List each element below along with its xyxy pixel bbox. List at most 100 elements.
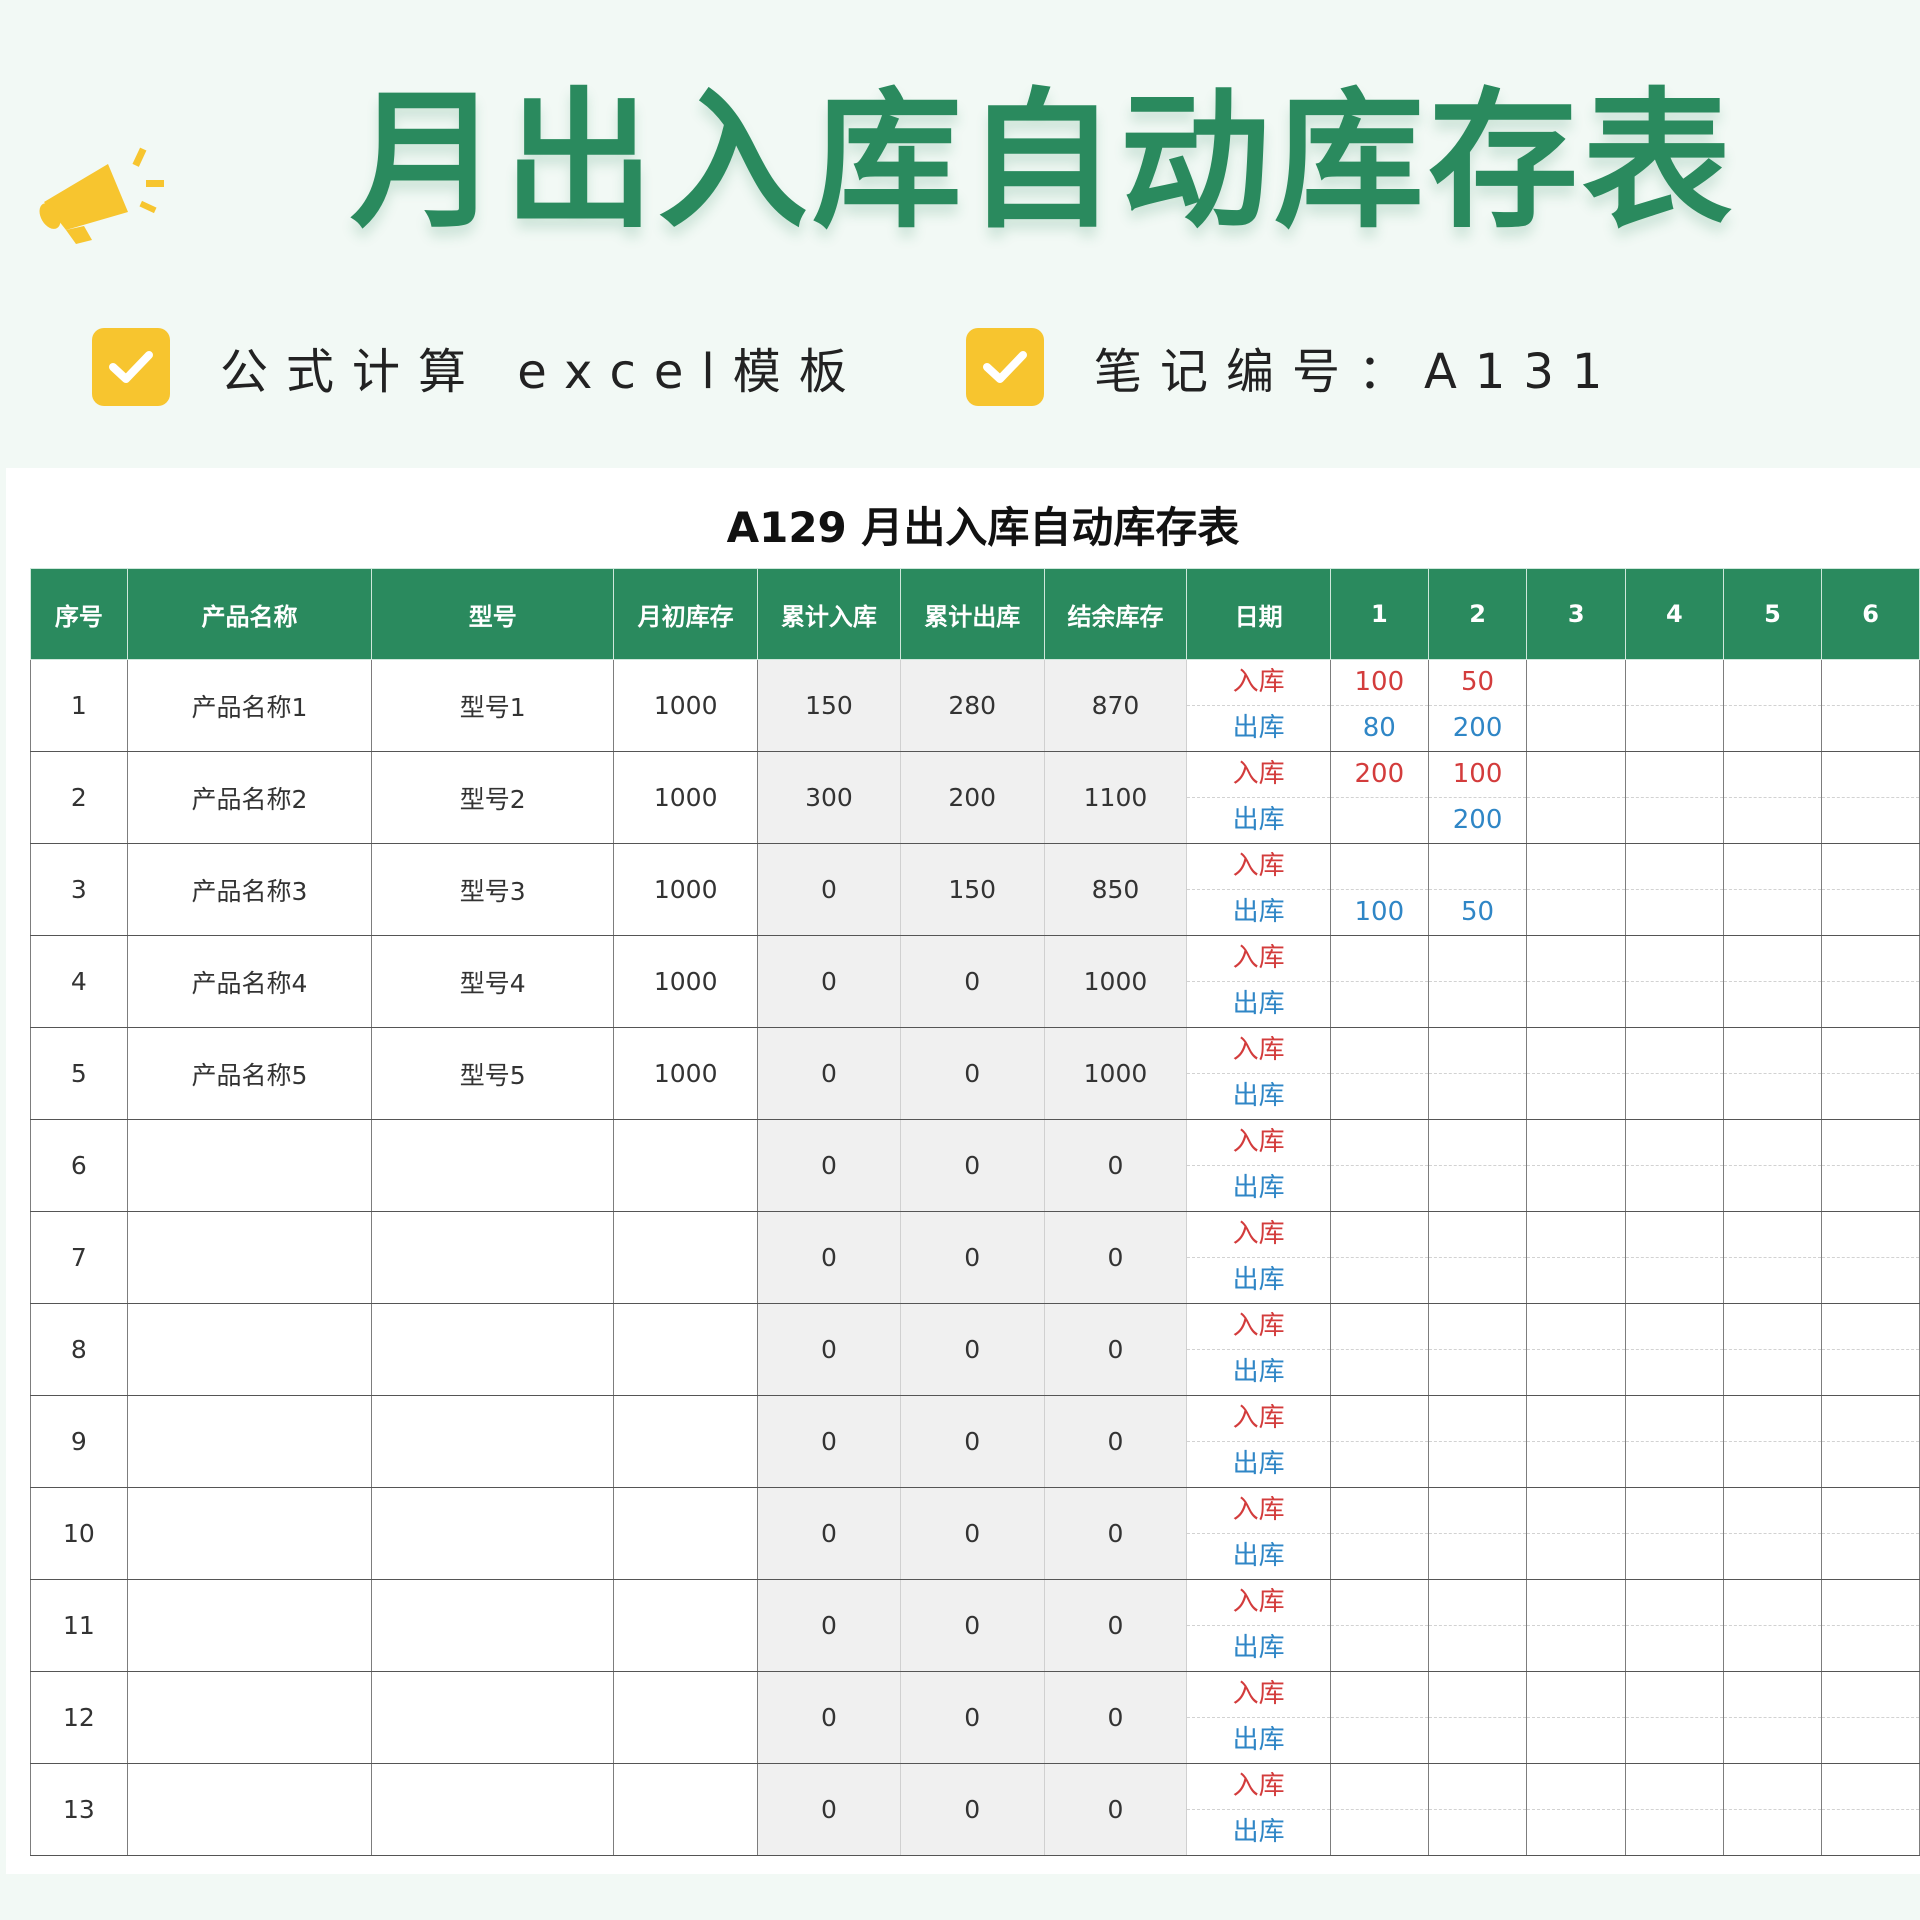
cell-day-4[interactable] (1625, 1763, 1724, 1856)
cell-day-1[interactable] (1329, 1579, 1429, 1672)
cell-seq[interactable]: 10 (30, 1487, 128, 1580)
cell-day-2[interactable] (1427, 1763, 1528, 1856)
cell-model[interactable]: 型号1 (371, 659, 615, 752)
header-model[interactable]: 型号 (371, 568, 615, 660)
cell-day-2[interactable] (1427, 1303, 1528, 1396)
cell-seq[interactable]: 4 (30, 935, 128, 1028)
cell-total-in[interactable]: 0 (757, 1579, 901, 1672)
header-total-out[interactable]: 累计出库 (899, 568, 1045, 660)
cell-day-4[interactable] (1625, 1119, 1724, 1212)
cell-day-2[interactable] (1427, 1487, 1528, 1580)
cell-day-1[interactable] (1329, 1119, 1429, 1212)
cell-seq[interactable]: 12 (30, 1671, 128, 1764)
cell-date-type[interactable]: 入库 出库 (1186, 1763, 1331, 1856)
cell-day-1[interactable] (1329, 935, 1429, 1028)
cell-seq[interactable]: 1 (30, 659, 128, 752)
cell-opening-stock[interactable] (613, 1671, 759, 1764)
cell-total-in[interactable]: 300 (757, 751, 901, 844)
cell-day-2[interactable] (1427, 1119, 1528, 1212)
cell-day-1[interactable] (1329, 1671, 1429, 1764)
cell-day-5[interactable] (1722, 935, 1823, 1028)
cell-date-type[interactable]: 入库 出库 (1186, 935, 1331, 1028)
cell-day-2[interactable] (1427, 1211, 1528, 1304)
cell-product-name[interactable]: 产品名称3 (126, 843, 373, 936)
header-day-2[interactable]: 2 (1427, 568, 1528, 660)
cell-date-type[interactable]: 入库 出库 (1186, 751, 1331, 844)
cell-opening-stock[interactable]: 1000 (613, 935, 759, 1028)
cell-opening-stock[interactable] (613, 1395, 759, 1488)
cell-total-in[interactable]: 0 (757, 1395, 901, 1488)
cell-total-in[interactable]: 0 (757, 935, 901, 1028)
cell-day-2[interactable] (1427, 1671, 1528, 1764)
cell-day-1[interactable]: 100 (1329, 843, 1429, 936)
cell-date-type[interactable]: 入库 出库 (1186, 1303, 1331, 1396)
cell-day-3[interactable] (1526, 1395, 1627, 1488)
cell-day-6[interactable] (1821, 659, 1920, 752)
cell-day-6[interactable] (1821, 1487, 1920, 1580)
cell-day-4[interactable] (1625, 1027, 1724, 1120)
cell-balance[interactable]: 0 (1043, 1303, 1188, 1396)
cell-day-1[interactable] (1329, 1211, 1429, 1304)
cell-day-4[interactable] (1625, 1487, 1724, 1580)
cell-balance[interactable]: 850 (1043, 843, 1188, 936)
cell-total-out[interactable]: 200 (899, 751, 1045, 844)
cell-total-out[interactable]: 0 (899, 1395, 1045, 1488)
cell-date-type[interactable]: 入库 出库 (1186, 843, 1331, 936)
cell-seq[interactable]: 11 (30, 1579, 128, 1672)
cell-total-out[interactable]: 0 (899, 1487, 1045, 1580)
cell-opening-stock[interactable]: 1000 (613, 1027, 759, 1120)
cell-seq[interactable]: 7 (30, 1211, 128, 1304)
cell-day-1[interactable]: 200 (1329, 751, 1429, 844)
cell-total-out[interactable]: 0 (899, 1763, 1045, 1856)
cell-opening-stock[interactable]: 1000 (613, 659, 759, 752)
cell-total-in[interactable]: 0 (757, 843, 901, 936)
cell-model[interactable] (371, 1211, 615, 1304)
header-day-5[interactable]: 5 (1722, 568, 1823, 660)
header-name[interactable]: 产品名称 (126, 568, 373, 660)
cell-product-name[interactable] (126, 1119, 373, 1212)
cell-day-4[interactable] (1625, 1395, 1724, 1488)
cell-opening-stock[interactable]: 1000 (613, 843, 759, 936)
cell-balance[interactable]: 870 (1043, 659, 1188, 752)
cell-seq[interactable]: 13 (30, 1763, 128, 1856)
cell-total-out[interactable]: 0 (899, 1211, 1045, 1304)
cell-opening-stock[interactable] (613, 1487, 759, 1580)
cell-balance[interactable]: 0 (1043, 1487, 1188, 1580)
cell-day-4[interactable] (1625, 843, 1724, 936)
cell-opening-stock[interactable] (613, 1763, 759, 1856)
cell-seq[interactable]: 3 (30, 843, 128, 936)
cell-day-1[interactable] (1329, 1395, 1429, 1488)
cell-day-6[interactable] (1821, 1671, 1920, 1764)
cell-day-3[interactable] (1526, 1211, 1627, 1304)
cell-total-in[interactable]: 0 (757, 1303, 901, 1396)
cell-day-2[interactable]: 100 200 (1427, 751, 1528, 844)
cell-date-type[interactable]: 入库 出库 (1186, 1119, 1331, 1212)
cell-day-4[interactable] (1625, 1579, 1724, 1672)
cell-total-out[interactable]: 0 (899, 1671, 1045, 1764)
cell-day-5[interactable] (1722, 1395, 1823, 1488)
cell-day-5[interactable] (1722, 1579, 1823, 1672)
cell-day-5[interactable] (1722, 1487, 1823, 1580)
cell-day-5[interactable] (1722, 751, 1823, 844)
cell-model[interactable] (371, 1763, 615, 1856)
cell-day-4[interactable] (1625, 1671, 1724, 1764)
cell-day-3[interactable] (1526, 1487, 1627, 1580)
cell-day-2[interactable] (1427, 1027, 1528, 1120)
header-balance[interactable]: 结余库存 (1043, 568, 1188, 660)
cell-model[interactable] (371, 1303, 615, 1396)
cell-total-out[interactable]: 280 (899, 659, 1045, 752)
cell-day-6[interactable] (1821, 1303, 1920, 1396)
cell-day-1[interactable] (1329, 1487, 1429, 1580)
cell-seq[interactable]: 8 (30, 1303, 128, 1396)
header-seq[interactable]: 序号 (30, 568, 128, 660)
cell-day-4[interactable] (1625, 751, 1724, 844)
cell-day-3[interactable] (1526, 659, 1627, 752)
header-total-in[interactable]: 累计入库 (757, 568, 901, 660)
cell-day-3[interactable] (1526, 843, 1627, 936)
cell-day-3[interactable] (1526, 1119, 1627, 1212)
cell-day-5[interactable] (1722, 1211, 1823, 1304)
cell-total-in[interactable]: 0 (757, 1487, 901, 1580)
cell-day-6[interactable] (1821, 751, 1920, 844)
header-date[interactable]: 日期 (1186, 568, 1331, 660)
cell-balance[interactable]: 1100 (1043, 751, 1188, 844)
